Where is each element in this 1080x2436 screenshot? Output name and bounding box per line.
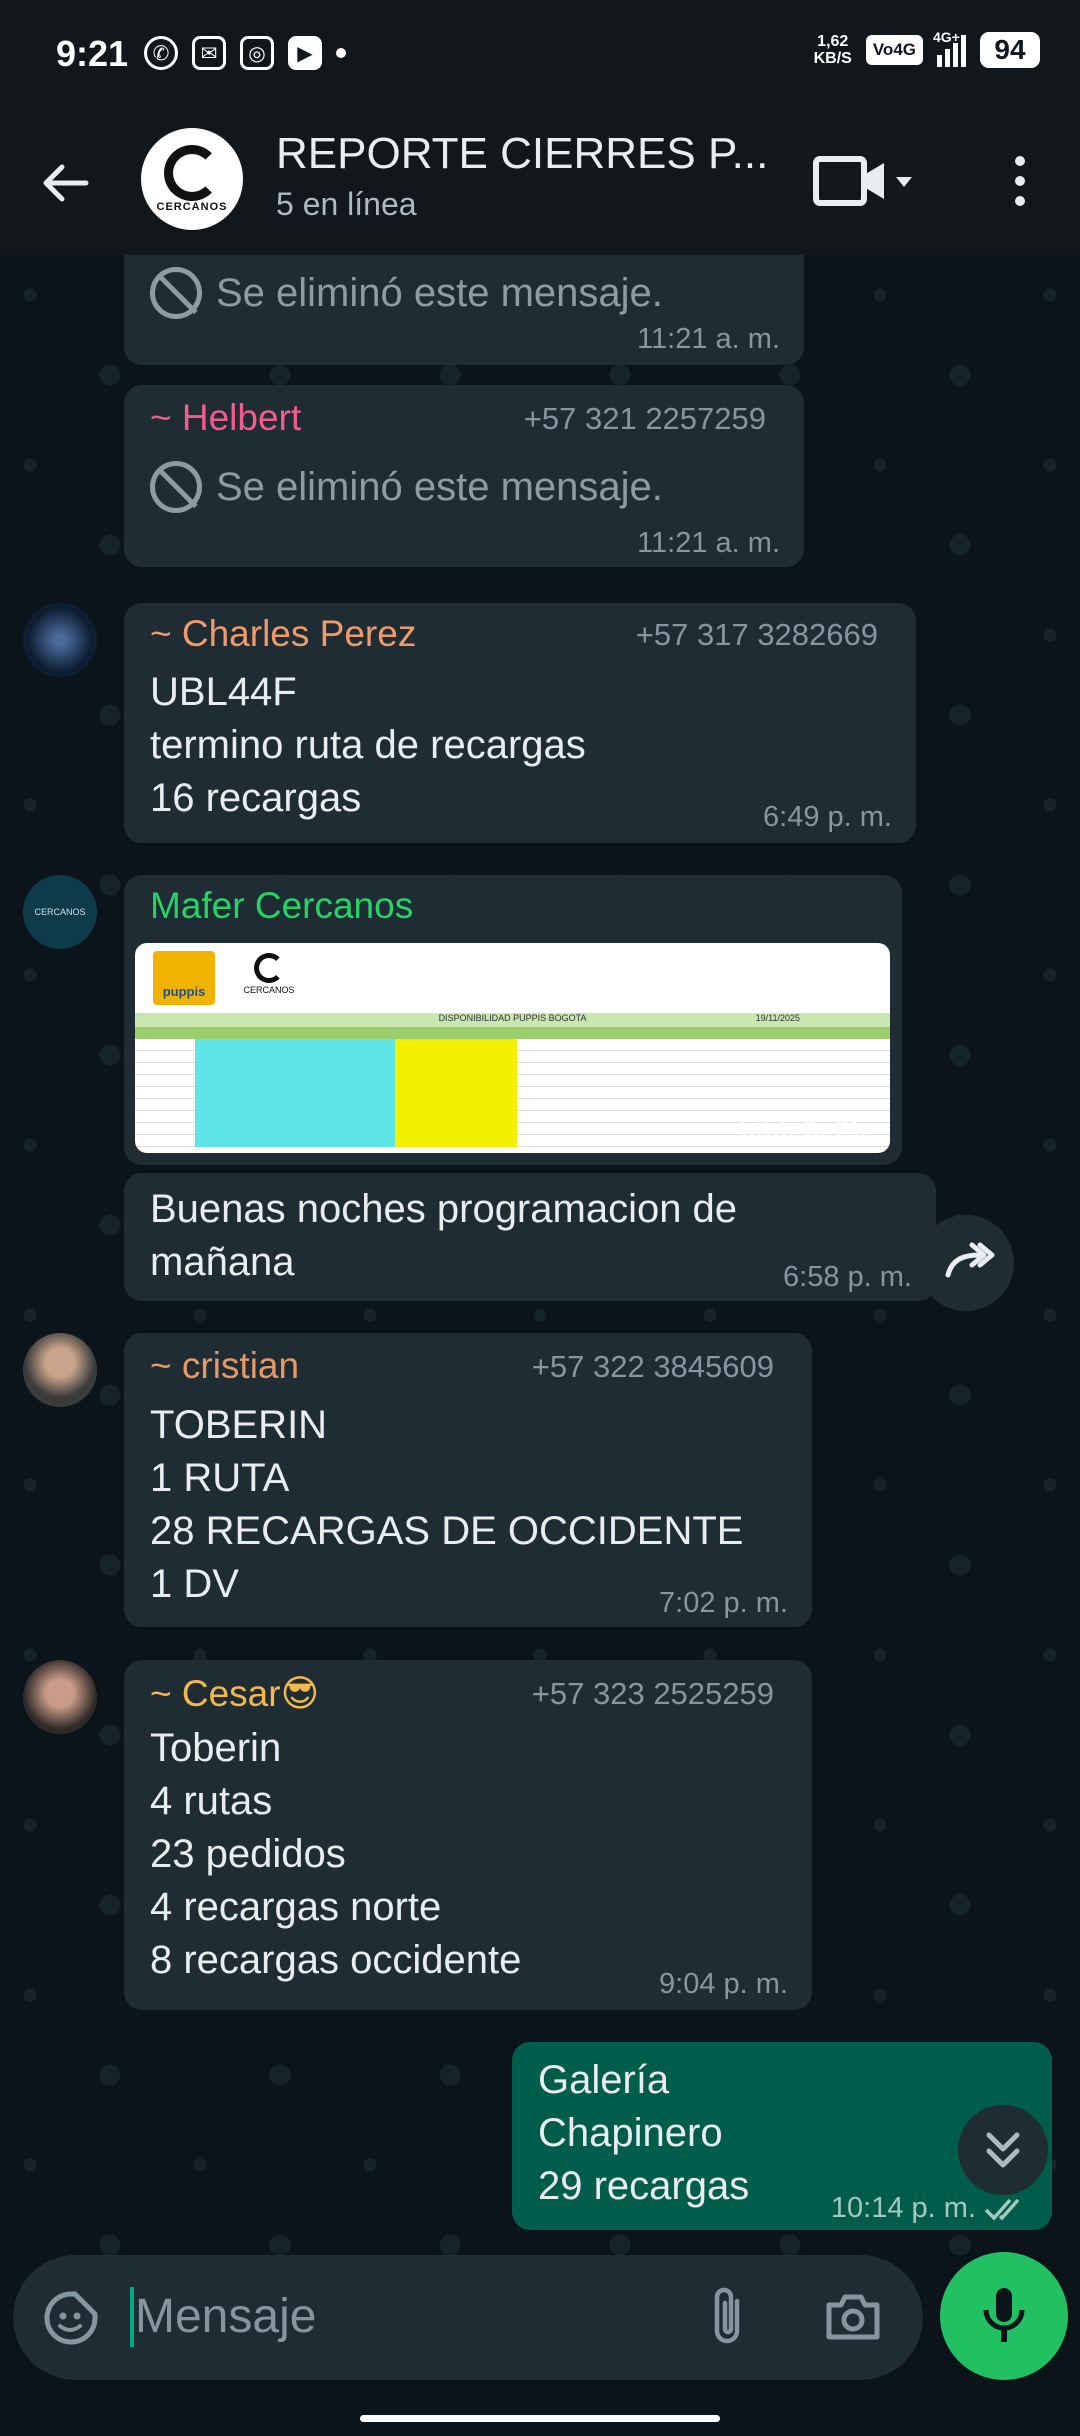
message-text: TOBERIN 1 RUTA 28 RECARGAS DE OCCIDENTE … <box>150 1403 744 1606</box>
message-time: 11:21 a. m. <box>637 527 780 559</box>
mail-icon: ✉ <box>192 36 226 70</box>
read-receipt-icon <box>984 2198 1020 2221</box>
message-bubble[interactable]: ~ Helbert +57 321 2257259 Se eliminó est… <box>124 385 804 567</box>
avatar-text: CERCANOS <box>156 201 228 213</box>
status-bar: 9:21 ✆ ✉ ◎ ▶ 1,62 KB/S Vo4G 4G+ 94 <box>0 0 1080 115</box>
network-type: 4G+ <box>933 29 960 45</box>
notification-icons: ✆ ✉ ◎ ▶ <box>144 36 346 70</box>
signal-icon: 4G+ <box>933 29 966 67</box>
sheet-header-row <box>135 1027 890 1039</box>
voice-record-button[interactable] <box>940 2252 1068 2380</box>
home-indicator[interactable] <box>360 2415 720 2422</box>
message-time: 6:58 p. m. <box>739 1112 868 1144</box>
composer-area: Mensaje <box>0 2252 1080 2436</box>
sender-phone: +57 322 3845609 <box>531 1349 774 1384</box>
text-caret <box>130 2287 134 2347</box>
message-text: Toberin 4 rutas 23 pedidos 4 recargas no… <box>150 1726 522 1982</box>
sender-avatar[interactable] <box>23 603 97 677</box>
message-time: 6:49 p. m. <box>763 801 892 833</box>
message-input[interactable]: Mensaje <box>135 2289 316 2344</box>
volte-badge: Vo4G <box>865 35 923 65</box>
battery-icon: 94 <box>980 32 1040 68</box>
chat-area[interactable]: Se eliminó este mensaje. 11:21 a. m. ~ H… <box>0 255 1080 2255</box>
message-text: Galería Chapinero 29 recargas <box>538 2058 750 2208</box>
camera-icon[interactable] <box>823 2287 883 2347</box>
blocked-icon <box>150 461 202 513</box>
deleted-text: Se eliminó este mensaje. <box>216 270 663 315</box>
puppis-logo: puppis <box>153 951 215 1005</box>
sender-name[interactable]: Mafer Cercanos <box>150 885 413 927</box>
group-avatar[interactable]: CERCANOS <box>141 128 243 230</box>
sticker-icon[interactable] <box>43 2290 99 2346</box>
message-time: 10:14 p. m. <box>830 2192 976 2224</box>
message-text: UBL44F termino ruta de recargas 16 recar… <box>150 670 586 820</box>
cercanos-logo-icon <box>164 145 220 201</box>
scroll-to-bottom-button[interactable] <box>958 2105 1048 2195</box>
message-time: 6:58 p. m. <box>783 1261 912 1293</box>
microphone-icon <box>983 2288 1025 2342</box>
message-time: 11:21 a. m. <box>637 323 780 355</box>
image-logos: puppis CERCANOS <box>135 943 890 1013</box>
chat-header: CERCANOS REPORTE CIERRES P... 5 en línea <box>0 115 1080 255</box>
speed-value: 1,62 <box>817 33 849 50</box>
attach-icon[interactable] <box>703 2285 753 2349</box>
sheet-title: DISPONIBILIDAD PUPPIS BOGOTA 19/11/2025 <box>135 1013 890 1027</box>
message-text: Buenas noches programacion de mañana <box>150 1187 738 1284</box>
online-status: 5 en línea <box>276 186 417 222</box>
sender-avatar[interactable] <box>23 1333 97 1407</box>
system-indicators: 1,62 KB/S Vo4G 4G+ 94 <box>814 29 1040 68</box>
whatsapp-icon: ✆ <box>144 36 178 70</box>
sender-phone: +57 317 3282669 <box>635 617 878 652</box>
sender-avatar[interactable]: CERCANOS <box>23 875 97 949</box>
instagram-icon: ◎ <box>240 36 274 70</box>
sender-name[interactable]: ~ Cesar😎 <box>150 1672 319 1715</box>
cercanos-logo: CERCANOS <box>239 949 299 1009</box>
sender-avatar[interactable] <box>23 1660 97 1734</box>
blocked-icon <box>150 267 202 319</box>
sender-name[interactable]: ~ cristian <box>150 1345 299 1387</box>
more-notifications-dot <box>336 48 346 58</box>
group-name[interactable]: REPORTE CIERRES P... <box>276 129 776 179</box>
back-arrow-icon[interactable] <box>38 155 94 211</box>
deleted-text: Se eliminó este mensaje. <box>216 464 663 509</box>
youtube-icon: ▶ <box>288 36 322 70</box>
network-speed: 1,62 KB/S <box>814 33 852 67</box>
image-message-bubble[interactable]: Mafer Cercanos puppis CERCANOS DISPONIBI… <box>124 875 902 1165</box>
speed-unit: KB/S <box>813 50 852 67</box>
message-bubble[interactable]: ~ cristian +57 322 3845609 TOBERIN 1 RUT… <box>124 1333 812 1627</box>
video-call-icon[interactable] <box>812 153 912 209</box>
message-bubble[interactable]: ~ Cesar😎 +57 323 2525259 Toberin 4 rutas… <box>124 1660 812 2010</box>
sender-name[interactable]: ~ Charles Perez <box>150 613 416 655</box>
message-time: 7:02 p. m. <box>659 1587 788 1619</box>
message-bubble[interactable]: Se eliminó este mensaje. 11:21 a. m. <box>124 255 804 365</box>
sender-phone: +57 323 2525259 <box>531 1676 774 1711</box>
double-chevron-down-icon <box>986 2132 1020 2168</box>
deleted-message: Se eliminó este mensaje. <box>150 461 663 513</box>
sender-phone: +57 321 2257259 <box>523 401 766 436</box>
message-bubble[interactable]: ~ Charles Perez +57 317 3282669 UBL44F t… <box>124 603 916 843</box>
deleted-message: Se eliminó este mensaje. <box>150 267 663 319</box>
sender-name[interactable]: ~ Helbert <box>150 397 301 439</box>
more-options-icon[interactable] <box>1000 151 1040 211</box>
message-bubble[interactable]: Buenas noches programacion de mañana 6:5… <box>124 1173 936 1301</box>
message-time: 9:04 p. m. <box>659 1968 788 2000</box>
status-time: 9:21 <box>56 33 129 74</box>
spreadsheet-image[interactable]: puppis CERCANOS DISPONIBILIDAD PUPPIS BO… <box>135 943 890 1153</box>
message-input-bar[interactable]: Mensaje <box>13 2255 923 2380</box>
